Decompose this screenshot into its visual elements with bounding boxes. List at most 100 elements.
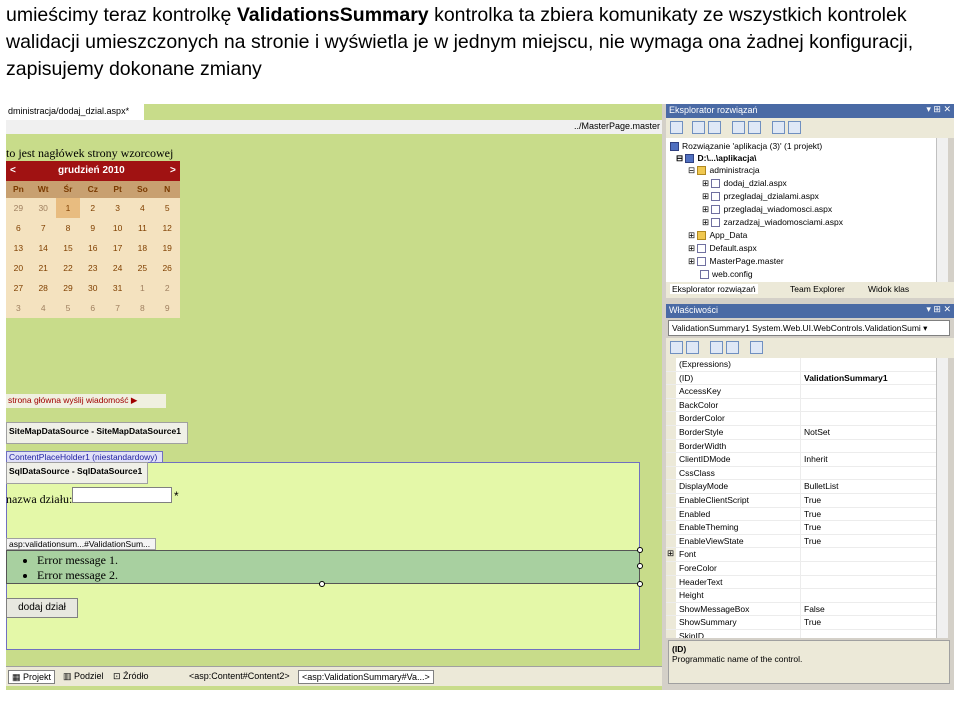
resize-handle[interactable]	[637, 563, 643, 569]
calendar-day-cell[interactable]: 9	[155, 298, 180, 318]
breadcrumb-content2[interactable]: <asp:Content#Content2>	[186, 670, 293, 684]
view-code-icon[interactable]	[732, 121, 745, 134]
design-surface[interactable]: dministracja/dodaj_dzial.aspx* ../Master…	[6, 104, 662, 690]
tree-item-file[interactable]: ⊞ zarzadzaj_wiadomosciami.aspx	[702, 216, 843, 228]
document-tab[interactable]: dministracja/dodaj_dzial.aspx*	[6, 104, 144, 120]
tree-item-project[interactable]: ⊟ D:\...\aplikacja\	[676, 152, 757, 164]
tree-item-solution[interactable]: Rozwiązanie 'aplikacja (3)' (1 projekt)	[670, 140, 822, 152]
calendar-day-cell[interactable]: 8	[56, 218, 81, 238]
property-row[interactable]: CssClass	[666, 466, 948, 481]
calendar-day-cell[interactable]: 31	[105, 278, 130, 298]
events-icon[interactable]	[726, 341, 739, 354]
property-row[interactable]: ForeColor	[666, 562, 948, 576]
property-value[interactable]: NotSet	[804, 427, 830, 437]
calendar-day-cell[interactable]: 15	[56, 238, 81, 258]
calendar-day-cell[interactable]: 25	[130, 258, 155, 278]
property-value[interactable]: True	[804, 495, 821, 505]
expand-icon[interactable]: ⊞	[702, 204, 711, 214]
view-designer-icon[interactable]	[748, 121, 761, 134]
calendar-day-cell[interactable]: 5	[56, 298, 81, 318]
calendar-day-cell[interactable]: 27	[6, 278, 31, 298]
breadcrumb-validation-summary[interactable]: <asp:ValidationSummary#Va...>	[298, 670, 434, 684]
expand-icon[interactable]: ⊞	[702, 191, 711, 201]
calendar-day-cell[interactable]: 13	[6, 238, 31, 258]
property-row[interactable]: BorderWidth	[666, 439, 948, 454]
calendar-day-cell[interactable]: 19	[155, 238, 180, 258]
panel-controls[interactable]: ▾ ⊞ ✕	[926, 304, 951, 315]
calendar-day-cell[interactable]: 6	[6, 218, 31, 238]
property-row[interactable]: BackColor	[666, 398, 948, 413]
solution-scrollbar[interactable]	[936, 138, 948, 282]
expand-icon[interactable]: ⊞	[667, 548, 674, 559]
calendar-day-cell[interactable]: 2	[155, 278, 180, 298]
property-row[interactable]: DisplayMode BulletList	[666, 480, 948, 494]
calendar-day-cell[interactable]: 7	[105, 298, 130, 318]
calendar-day-cell[interactable]: 18	[130, 238, 155, 258]
calendar-day-cell[interactable]: 30	[80, 278, 105, 298]
collapse-icon[interactable]: ⊟	[676, 153, 685, 163]
tab-design-view[interactable]: ▦ Projekt	[8, 670, 56, 684]
properties-icon[interactable]	[670, 121, 683, 134]
calendar-day-cell[interactable]: 6	[80, 298, 105, 318]
calendar-day-cell[interactable]: 26	[155, 258, 180, 278]
expand-icon[interactable]: ⊞	[688, 243, 697, 253]
tree-item-folder[interactable]: ⊞ App_Data	[688, 229, 747, 241]
calendar-day-cell[interactable]: 17	[105, 238, 130, 258]
property-row[interactable]: HeaderText	[666, 575, 948, 590]
property-row[interactable]: SkinID	[666, 630, 948, 638]
collapse-icon[interactable]: ⊟	[688, 165, 697, 175]
calendar-day-cell[interactable]: 21	[31, 258, 56, 278]
object-selector[interactable]: ValidationSummary1 System.Web.UI.WebCont…	[668, 320, 950, 336]
expand-icon[interactable]: ⊞	[702, 178, 711, 188]
asp-config-icon[interactable]	[788, 121, 801, 134]
calendar-day-cell[interactable]: 8	[130, 298, 155, 318]
calendar-day-cell[interactable]: 3	[105, 198, 130, 218]
alphabetical-icon[interactable]	[686, 341, 699, 354]
calendar-day-cell[interactable]: 20	[6, 258, 31, 278]
property-row[interactable]: BorderStyle NotSet	[666, 426, 948, 440]
calendar-day-cell[interactable]: 7	[31, 218, 56, 238]
nest-files-icon[interactable]	[708, 121, 721, 134]
calendar-day-cell[interactable]: 3	[6, 298, 31, 318]
calendar-day-cell[interactable]: 16	[80, 238, 105, 258]
calendar-day-cell[interactable]: 24	[105, 258, 130, 278]
property-row[interactable]: AccessKey	[666, 385, 948, 399]
calendar-day-cell[interactable]: 5	[155, 198, 180, 218]
calendar-day-cell[interactable]: 22	[56, 258, 81, 278]
property-row[interactable]: Enabled True	[666, 507, 948, 522]
calendar-day-cell[interactable]: 9	[80, 218, 105, 238]
property-value[interactable]: ValidationSummary1	[804, 373, 888, 383]
tab-class-view[interactable]: Widok klas	[868, 284, 909, 294]
tree-item-file[interactable]: ⊞ przegladaj_dzialami.aspx	[702, 190, 819, 202]
tree-item-folder[interactable]: ⊟ administracja	[688, 164, 760, 176]
tab-team-explorer[interactable]: Team Explorer	[790, 284, 845, 294]
categorized-icon[interactable]	[670, 341, 683, 354]
calendar-day-cell[interactable]: 11	[130, 218, 155, 238]
refresh-icon[interactable]	[692, 121, 705, 134]
sql-datasource[interactable]: SqlDataSource - SqlDataSource1	[6, 462, 148, 484]
calendar-day-cell[interactable]: 14	[31, 238, 56, 258]
department-name-input[interactable]	[72, 487, 172, 503]
property-row[interactable]: ShowMessageBox False	[666, 602, 948, 617]
calendar-day-cell[interactable]: 4	[130, 198, 155, 218]
property-value[interactable]: True	[804, 509, 821, 519]
calendar-day-cell[interactable]: 1	[55, 198, 81, 218]
property-row[interactable]: EnableTheming True	[666, 521, 948, 535]
calendar-day-cell[interactable]: 1	[130, 278, 155, 298]
calendar-day-cell[interactable]: 12	[155, 218, 180, 238]
expand-icon[interactable]: ⊞	[702, 217, 711, 227]
property-row[interactable]: EnableClientScript True	[666, 494, 948, 508]
tab-split-view[interactable]: ▥ Podziel	[60, 670, 107, 684]
sitemap-datasource[interactable]: SiteMapDataSource - SiteMapDataSource1	[6, 422, 188, 444]
property-value[interactable]: True	[804, 617, 821, 627]
expand-icon[interactable]: ⊞	[688, 230, 697, 240]
property-value[interactable]: True	[804, 536, 821, 546]
property-value[interactable]: Inherit	[804, 454, 828, 464]
tree-item-file[interactable]: ⊞ dodaj_dzial.aspx	[702, 177, 787, 189]
calendar-day-cell[interactable]: 30	[31, 198, 56, 218]
calendar-day-cell[interactable]: 23	[80, 258, 105, 278]
tree-item-file[interactable]: ⊞ Default.aspx	[688, 242, 757, 254]
property-value[interactable]: BulletList	[804, 481, 839, 491]
add-department-button[interactable]: dodaj dział	[6, 598, 78, 618]
resize-handle[interactable]	[637, 581, 643, 587]
